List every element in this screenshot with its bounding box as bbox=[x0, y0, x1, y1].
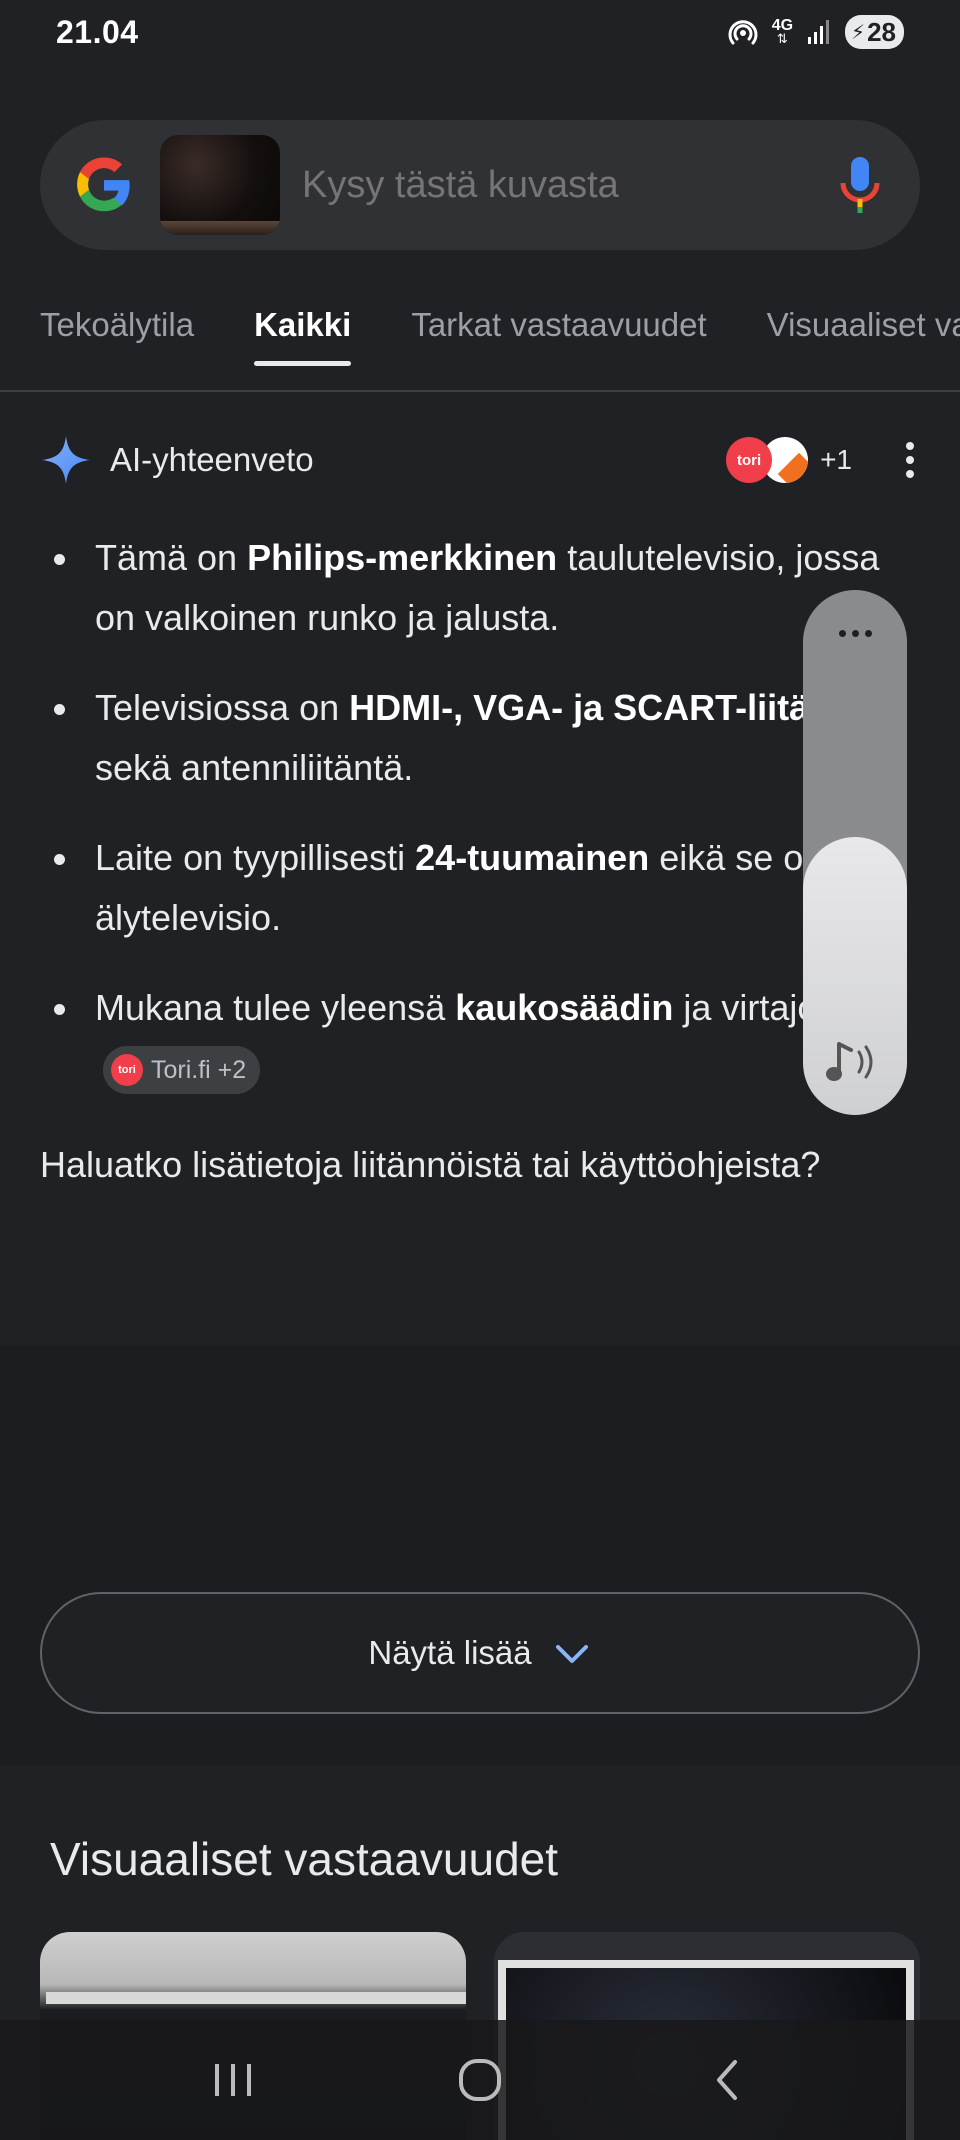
list-item: Mukana tulee yleensä kaukosäädin ja virt… bbox=[40, 978, 920, 1098]
status-time: 21.04 bbox=[56, 13, 139, 50]
charging-icon: ⚡ bbox=[851, 21, 866, 44]
chevron-down-icon bbox=[555, 1645, 588, 1663]
bullet-text: Televisiossa on HDMI-, VGA- ja SCART-lii… bbox=[95, 687, 886, 788]
tab-exact-matches[interactable]: Tarkat vastaavuudet bbox=[411, 290, 706, 390]
sparkle-icon bbox=[42, 436, 90, 484]
bullet-dot bbox=[54, 1004, 65, 1015]
citation-label: Tori.fi +2 bbox=[151, 1056, 247, 1085]
signal-icon bbox=[808, 20, 830, 44]
tori-source-logo: tori bbox=[726, 437, 773, 483]
show-more-button[interactable]: Näytä lisää bbox=[40, 1592, 920, 1714]
tori-logo-icon: tori bbox=[111, 1054, 143, 1087]
network-type-icon: 4G ⇅ bbox=[771, 17, 794, 46]
tab-visual-matches[interactable]: Visuaaliset vastaavuudet bbox=[767, 290, 960, 390]
list-item: Tämä on Philips-merkkinen taulutelevisio… bbox=[40, 528, 920, 648]
bullet-text: Laite on tyypillisesti 24-tuumainen eikä… bbox=[95, 837, 832, 938]
recent-apps-icon[interactable] bbox=[203, 2050, 263, 2110]
home-icon[interactable] bbox=[450, 2050, 510, 2110]
bullet-dot bbox=[54, 854, 65, 865]
hotspot-icon bbox=[728, 20, 758, 45]
filter-tabs: Tekoälytila Kaikki Tarkat vastaavuudet V… bbox=[0, 290, 960, 392]
show-more-label: Näytä lisää bbox=[368, 1634, 532, 1671]
mic-icon[interactable] bbox=[838, 155, 882, 215]
battery-indicator: ⚡ 28 bbox=[845, 15, 904, 49]
volume-slider[interactable] bbox=[803, 590, 907, 1115]
status-bar: 21.04 4G ⇅ ⚡ 28 bbox=[0, 0, 960, 64]
source-avatars[interactable]: tori +1 bbox=[726, 437, 852, 483]
bullet-text: Mukana tulee yleensä kaukosäädin ja virt… bbox=[95, 978, 920, 1098]
ai-overview-header: AI-yhteenveto tori +1 bbox=[40, 430, 920, 490]
citation-chip[interactable]: tori Tori.fi +2 bbox=[103, 1046, 261, 1095]
query-image-thumbnail[interactable] bbox=[160, 135, 280, 235]
battery-level: 28 bbox=[867, 16, 896, 47]
tab-all[interactable]: Kaikki bbox=[254, 290, 352, 390]
volume-options-icon[interactable] bbox=[803, 630, 907, 637]
followup-question: Haluatko lisätietoja liitännöistä tai kä… bbox=[40, 1144, 821, 1185]
search-bar[interactable] bbox=[40, 120, 920, 250]
media-volume-icon bbox=[803, 1038, 907, 1093]
status-icons: 4G ⇅ ⚡ 28 bbox=[728, 15, 904, 49]
source-count: +1 bbox=[820, 444, 852, 475]
bullet-text: Tämä on Philips-merkkinen taulutelevisio… bbox=[95, 537, 880, 638]
google-logo-icon[interactable] bbox=[74, 155, 134, 215]
more-options-icon[interactable] bbox=[900, 442, 920, 478]
bullet-dot bbox=[54, 704, 65, 715]
ai-overview-title: AI-yhteenveto bbox=[110, 441, 314, 478]
search-input[interactable] bbox=[302, 163, 838, 207]
ai-overview-bullets: Tämä on Philips-merkkinen taulutelevisio… bbox=[40, 528, 920, 1128]
bullet-dot bbox=[54, 554, 65, 565]
navigation-bar bbox=[0, 2020, 960, 2140]
tab-ai-mode[interactable]: Tekoälytila bbox=[40, 290, 194, 390]
list-item: Televisiossa on HDMI-, VGA- ja SCART-lii… bbox=[40, 678, 920, 798]
list-item: Laite on tyypillisesti 24-tuumainen eikä… bbox=[40, 828, 920, 948]
section-title: Visuaaliset vastaavuudet bbox=[50, 1833, 559, 1885]
back-icon[interactable] bbox=[697, 2050, 757, 2110]
